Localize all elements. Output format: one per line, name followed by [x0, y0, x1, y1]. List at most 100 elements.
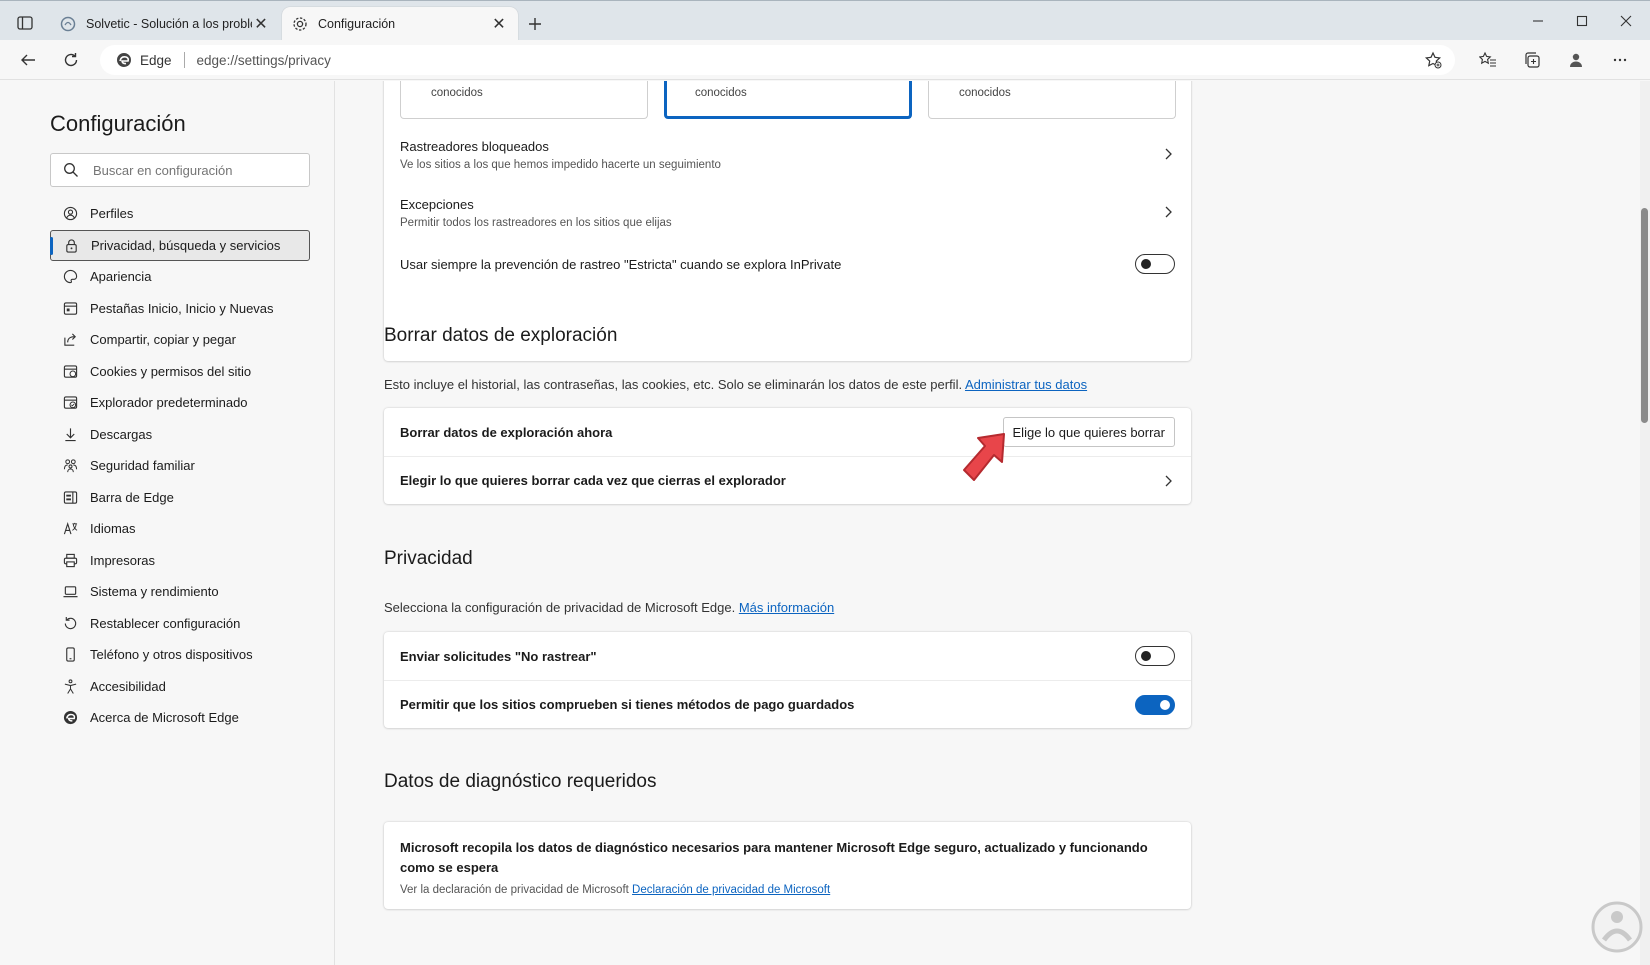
favorites-button[interactable] — [1474, 48, 1502, 72]
scrollbar-thumb[interactable] — [1641, 208, 1648, 423]
new-tab-button[interactable] — [524, 13, 546, 35]
blocked-trackers-row[interactable]: Rastreadores bloqueados Ve los sitios a … — [384, 125, 1191, 183]
site-label: Edge — [140, 52, 172, 68]
do-not-track-toggle[interactable] — [1135, 646, 1175, 666]
url-text[interactable]: edge://settings/privacy — [197, 53, 331, 68]
clear-now-row: Borrar datos de exploración ahora Elige … — [384, 408, 1191, 456]
maximize-icon — [1576, 15, 1588, 27]
laptop-icon — [62, 584, 78, 600]
tile-text: conocidos — [431, 87, 483, 99]
sidebar-item-sistema[interactable]: Sistema y rendimiento — [50, 576, 310, 608]
title-bar: Solvetic - Solución a los problemas ✕ Co… — [0, 0, 1650, 41]
sidebar-item-label: Barra de Edge — [90, 489, 174, 505]
privacy-desc: Selecciona la configuración de privacida… — [384, 600, 834, 615]
add-favorite-button[interactable] — [1423, 50, 1443, 70]
payment-methods-row: Permitir que los sitios comprueben si ti… — [384, 680, 1191, 728]
accessibility-icon — [62, 678, 78, 694]
minimize-button[interactable] — [1518, 9, 1558, 33]
sidebar-item-cookies[interactable]: Cookies y permisos del sitio — [50, 356, 310, 388]
edge-logo-icon — [62, 710, 78, 726]
chevron-right-icon — [1165, 206, 1172, 218]
clear-now-label: Borrar datos de exploración ahora — [400, 424, 613, 440]
sidebar-item-accesibilidad[interactable]: Accesibilidad — [50, 671, 310, 703]
clear-data-desc-text: Esto incluye el historial, las contraseñ… — [384, 377, 963, 392]
tracking-tile-balanced[interactable]: conocidos — [664, 81, 912, 119]
diagnostics-sub-text: Ver la declaración de privacidad de Micr… — [400, 884, 629, 896]
sidebar-item-label: Pestañas Inicio, Inicio y Nuevas — [90, 300, 274, 316]
diagnostics-sub: Ver la declaración de privacidad de Micr… — [400, 884, 1175, 896]
tab-title: Solvetic - Solución a los problemas — [86, 17, 252, 31]
sidebar-item-seguridad-familiar[interactable]: Seguridad familiar — [50, 450, 310, 482]
page-scrollbar[interactable] — [1640, 81, 1650, 965]
collections-button[interactable] — [1518, 48, 1546, 72]
close-window-button[interactable] — [1606, 9, 1646, 33]
clear-on-close-row[interactable]: Elegir lo que quieres borrar cada vez qu… — [384, 456, 1191, 504]
settings-nav: Perfiles Privacidad, búsqueda y servicio… — [50, 198, 310, 734]
strict-inprivate-toggle[interactable] — [1135, 254, 1175, 274]
maximize-button[interactable] — [1562, 9, 1602, 33]
ellipsis-icon — [1613, 58, 1627, 62]
sidebar-item-explorador[interactable]: Explorador predeterminado — [50, 387, 310, 419]
sidebar-item-idiomas[interactable]: Idiomas — [50, 513, 310, 545]
payment-methods-toggle[interactable] — [1135, 694, 1175, 715]
sidebar-item-perfiles[interactable]: Perfiles — [50, 198, 310, 230]
sidebar-item-label: Restablecer configuración — [90, 615, 241, 631]
sidebar-item-compartir[interactable]: Compartir, copiar y pegar — [50, 324, 310, 356]
watermark-logo-icon — [1591, 901, 1643, 953]
sidebar-item-restablecer[interactable]: Restablecer configuración — [50, 608, 310, 640]
settings-search[interactable] — [50, 153, 310, 187]
sidebar-item-privacidad[interactable]: Privacidad, búsqueda y servicios — [50, 229, 310, 261]
sidebar-item-label: Cookies y permisos del sitio — [90, 363, 252, 379]
sidebar-item-label: Apariencia — [90, 269, 152, 285]
sidebar-item-acerca[interactable]: Acerca de Microsoft Edge — [50, 702, 310, 734]
choose-what-to-clear-button[interactable]: Elige lo que quieres borrar — [1002, 417, 1175, 447]
profile-button[interactable] — [1562, 48, 1590, 72]
search-input[interactable] — [93, 162, 293, 178]
tracking-tile-basic[interactable]: conocidos — [400, 81, 648, 119]
tab-solvetic[interactable]: Solvetic - Solución a los problemas ✕ — [50, 7, 280, 41]
clear-data-desc: Esto incluye el historial, las contraseñ… — [384, 377, 1087, 392]
diagnostics-card: Microsoft recopila los datos de diagnóst… — [384, 822, 1191, 909]
settings-sidebar: Configuración Perfiles Privacidad, búsqu… — [0, 81, 335, 965]
chevron-right-icon — [1165, 475, 1172, 486]
sidebar-item-label: Privacidad, búsqueda y servicios — [91, 237, 281, 253]
sidebar-item-apariencia[interactable]: Apariencia — [50, 261, 310, 293]
privacy-desc-text: Selecciona la configuración de privacida… — [384, 600, 736, 615]
tracking-prevention-card: conocidos conocidos conocidos Rastreador… — [384, 81, 1191, 361]
refresh-icon — [64, 53, 78, 67]
clear-data-title: Borrar datos de exploración — [384, 325, 618, 346]
tab-close-icon[interactable]: ✕ — [490, 15, 508, 33]
default-browser-icon — [62, 395, 78, 411]
browser-toolbar: Edge edge://settings/privacy — [0, 40, 1650, 80]
tracking-tile-strict[interactable]: conocidos — [928, 81, 1176, 119]
close-icon — [1620, 15, 1632, 27]
exceptions-row[interactable]: Excepciones Permitir todos los rastreado… — [384, 183, 1191, 241]
privacy-statement-link[interactable]: Declaración de privacidad de Microsoft — [632, 884, 830, 896]
tab-title: Configuración — [318, 17, 396, 31]
refresh-button[interactable] — [57, 48, 85, 72]
more-menu-button[interactable] — [1606, 48, 1634, 72]
sidebar-item-label: Descargas — [90, 426, 153, 442]
manage-data-link[interactable]: Administrar tus datos — [965, 377, 1087, 392]
collections-icon — [1525, 52, 1540, 68]
search-icon — [64, 163, 78, 177]
more-info-link[interactable]: Más información — [739, 600, 834, 615]
sidebar-item-pestanas[interactable]: Pestañas Inicio, Inicio y Nuevas — [50, 293, 310, 325]
tab-actions-icon — [17, 16, 33, 30]
sidebar-item-telefono[interactable]: Teléfono y otros dispositivos — [50, 639, 310, 671]
payment-methods-label: Permitir que los sitios comprueben si ti… — [400, 697, 855, 712]
tab-configuracion[interactable]: Configuración ✕ — [282, 7, 518, 41]
clear-data-card: Borrar datos de exploración ahora Elige … — [384, 408, 1191, 504]
address-bar[interactable]: Edge edge://settings/privacy — [100, 45, 1455, 75]
blocked-trackers-sub: Ve los sitios a los que hemos impedido h… — [400, 159, 721, 171]
sidebar-item-barra-edge[interactable]: Barra de Edge — [50, 482, 310, 514]
tab-actions-button[interactable] — [10, 11, 40, 35]
star-add-icon — [1424, 51, 1442, 69]
do-not-track-row: Enviar solicitudes "No rastrear" — [384, 632, 1191, 680]
sidebar-item-label: Compartir, copiar y pegar — [90, 332, 236, 348]
back-button[interactable] — [14, 48, 42, 72]
sidebar-item-descargas[interactable]: Descargas — [50, 419, 310, 451]
tab-close-icon[interactable]: ✕ — [252, 15, 270, 33]
sidebar-item-impresoras[interactable]: Impresoras — [50, 545, 310, 577]
minimize-icon — [1533, 20, 1543, 22]
